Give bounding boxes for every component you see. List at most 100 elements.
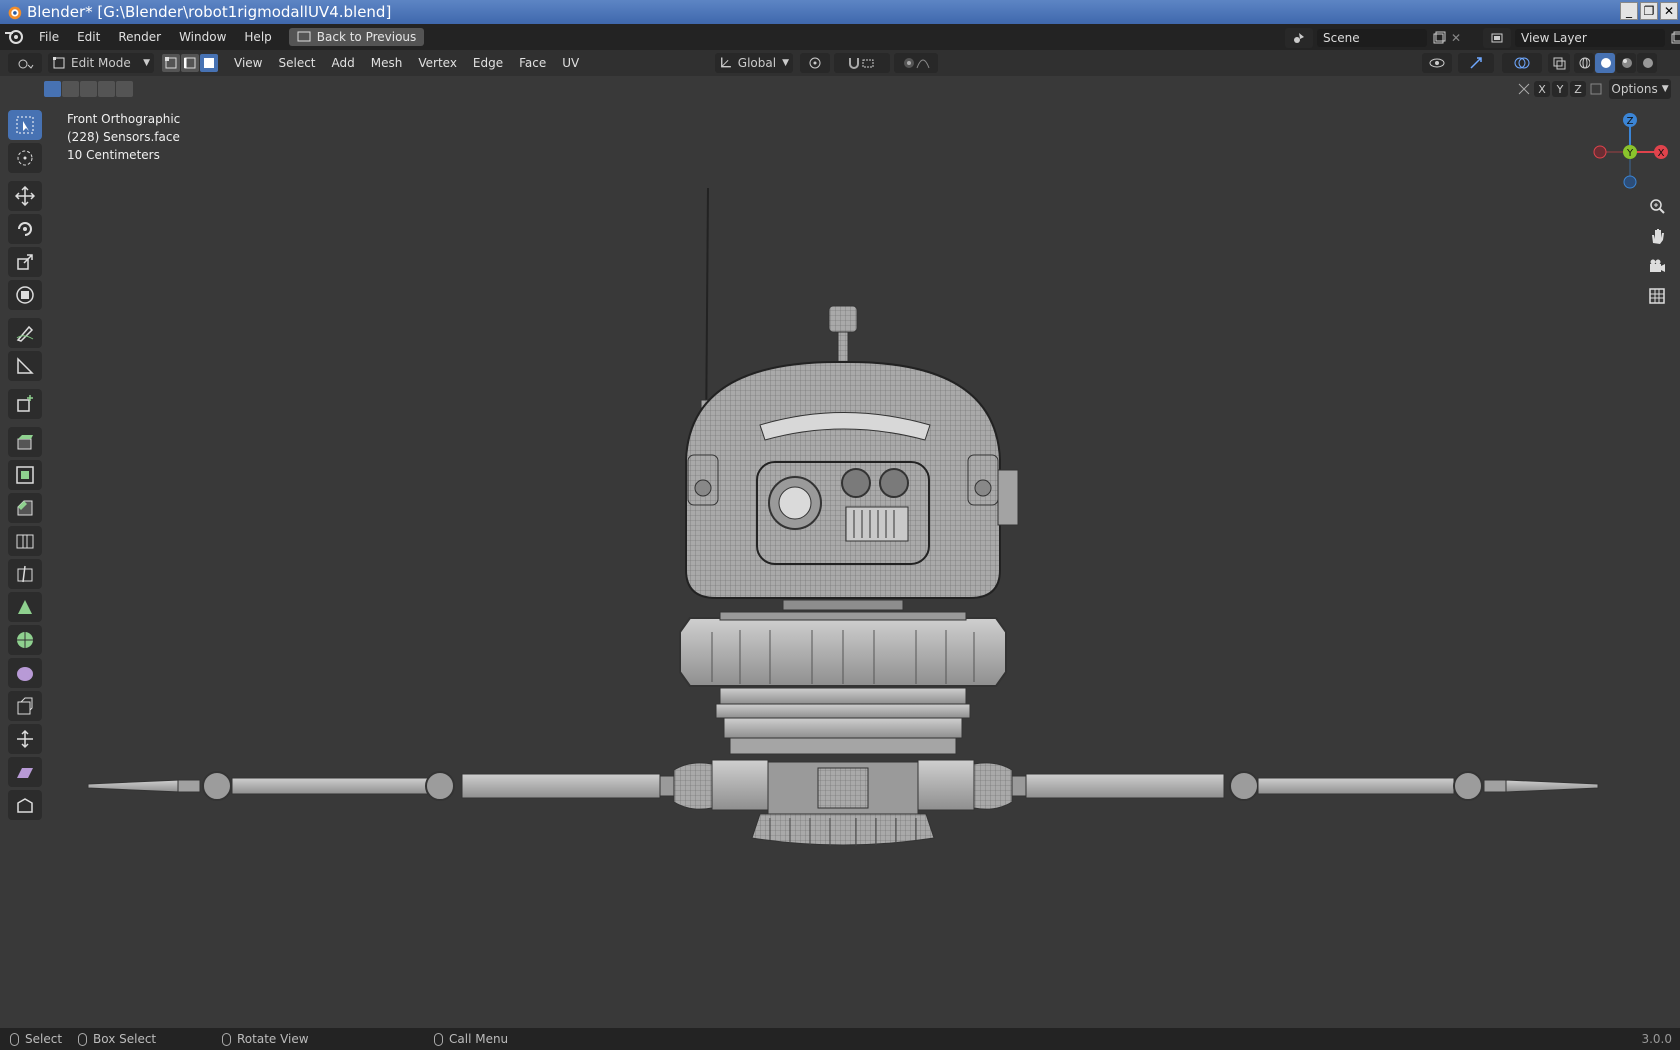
- zoom-icon: [1650, 199, 1665, 214]
- rip-icon: [17, 798, 33, 813]
- title-bar: Blender* [G:\Blender\robot1rigmodallUV4.…: [0, 0, 1680, 24]
- cursor-tool[interactable]: [8, 143, 42, 173]
- mirror-y-toggle[interactable]: Y: [1552, 81, 1568, 97]
- knife-icon: [17, 565, 33, 583]
- back-to-previous-button[interactable]: Back to Previous: [288, 28, 425, 46]
- add-cube-tool[interactable]: [8, 389, 42, 419]
- header-menu-uv[interactable]: UV: [554, 50, 587, 76]
- ortho-toggle-button[interactable]: [1643, 282, 1671, 310]
- blender-menu-icon[interactable]: [0, 24, 30, 50]
- edge-slide-tool[interactable]: [8, 691, 42, 721]
- vertex-select-icon: [165, 57, 177, 69]
- bevel-tool[interactable]: [8, 493, 42, 523]
- options-dropdown[interactable]: Options ▼: [1609, 79, 1671, 99]
- menu-file[interactable]: File: [30, 24, 68, 50]
- loop-cut-tool[interactable]: [8, 526, 42, 556]
- wireframe-shading-button[interactable]: [1574, 53, 1594, 73]
- rip-region-tool[interactable]: [8, 790, 42, 820]
- knife-tool[interactable]: [8, 559, 42, 589]
- inset-tool[interactable]: [8, 460, 42, 490]
- gizmo-z-label: Z: [1627, 116, 1634, 127]
- minimize-button[interactable]: _: [1620, 2, 1638, 20]
- menu-help[interactable]: Help: [235, 24, 280, 50]
- edge-select-button[interactable]: [181, 54, 199, 72]
- new-scene-icon[interactable]: [1431, 30, 1447, 46]
- select-intersect-button[interactable]: [116, 81, 133, 97]
- spin-icon: [17, 632, 33, 648]
- pivot-point-button[interactable]: [800, 53, 830, 73]
- transform-tool[interactable]: [8, 280, 42, 310]
- header-menu-mesh[interactable]: Mesh: [363, 50, 411, 76]
- header-menu-view[interactable]: View: [226, 50, 270, 76]
- scene-browse-button[interactable]: [1285, 28, 1313, 48]
- camera-view-button[interactable]: [1643, 252, 1671, 280]
- status-box-select: Box Select: [78, 1032, 156, 1046]
- editor-type-button[interactable]: [8, 53, 42, 73]
- spin-tool[interactable]: [8, 625, 42, 655]
- zoom-button[interactable]: [1643, 192, 1671, 220]
- header-menu-add[interactable]: Add: [324, 50, 363, 76]
- visibility-selector[interactable]: [1422, 53, 1452, 73]
- mirror-x-toggle[interactable]: X: [1534, 81, 1550, 97]
- view-layer-icon: [1491, 33, 1503, 43]
- face-select-button[interactable]: [200, 54, 218, 72]
- smooth-tool[interactable]: [8, 658, 42, 688]
- vertex-select-button[interactable]: [162, 54, 180, 72]
- xray-icon: [1553, 57, 1566, 70]
- view-name: Front Orthographic: [67, 112, 181, 126]
- topology-mirror-icon[interactable]: [1588, 81, 1606, 97]
- proportional-editing-button[interactable]: [894, 53, 938, 73]
- header-menu-face[interactable]: Face: [511, 50, 554, 76]
- overlays-toggle[interactable]: [1502, 53, 1542, 73]
- menu-render[interactable]: Render: [109, 24, 170, 50]
- grid-icon: [1649, 288, 1665, 304]
- options-label: Options: [1611, 82, 1658, 96]
- select-invert-button[interactable]: [98, 81, 115, 97]
- rotate-tool[interactable]: [8, 214, 42, 244]
- measure-tool[interactable]: [8, 351, 42, 381]
- transform-orientation-selector[interactable]: Global ▼: [715, 53, 793, 73]
- select-new-button[interactable]: [44, 81, 61, 97]
- rendered-icon: [1643, 58, 1653, 68]
- mouse-drag-icon: [78, 1032, 87, 1046]
- snap-button[interactable]: [834, 53, 890, 73]
- gizmo-toggle[interactable]: [1458, 53, 1494, 73]
- close-button[interactable]: ✕: [1660, 2, 1678, 20]
- scene-name-field[interactable]: Scene: [1317, 29, 1427, 47]
- snap-increment-icon: [862, 59, 874, 68]
- mirror-z-toggle[interactable]: Z: [1570, 81, 1586, 97]
- header-menu-edge[interactable]: Edge: [465, 50, 511, 76]
- menu-window[interactable]: Window: [170, 24, 235, 50]
- shear-tool[interactable]: [8, 757, 42, 787]
- move-tool[interactable]: [8, 181, 42, 211]
- maximize-button[interactable]: ❐: [1640, 2, 1658, 20]
- material-shading-button[interactable]: [1616, 53, 1636, 73]
- view-layer-browse-button[interactable]: [1483, 28, 1511, 48]
- poly-build-tool[interactable]: [8, 592, 42, 622]
- rendered-shading-button[interactable]: [1637, 53, 1657, 73]
- select-box-tool[interactable]: [8, 110, 42, 140]
- header-menu-vertex[interactable]: Vertex: [410, 50, 465, 76]
- annotate-tool[interactable]: [8, 318, 42, 348]
- shrink-fatten-tool[interactable]: [8, 724, 42, 754]
- overlays-icon: [1514, 57, 1530, 69]
- pan-button[interactable]: [1643, 222, 1671, 250]
- robot-mesh-model: [87, 187, 1599, 846]
- extrude-tool[interactable]: [8, 427, 42, 457]
- mirror-axes: X Y Z: [1516, 81, 1606, 97]
- view-layer-name-field[interactable]: View Layer: [1515, 29, 1665, 47]
- header-menu-select[interactable]: Select: [270, 50, 323, 76]
- solid-shading-button[interactable]: [1595, 53, 1615, 73]
- select-subtract-button[interactable]: [80, 81, 97, 97]
- box-select-modes: [44, 81, 133, 97]
- scale-tool[interactable]: [8, 247, 42, 277]
- mode-selector[interactable]: Edit Mode ▼: [48, 53, 154, 73]
- xray-toggle[interactable]: [1548, 53, 1570, 73]
- select-extend-button[interactable]: [62, 81, 79, 97]
- remove-scene-icon[interactable]: ✕: [1451, 31, 1461, 45]
- menu-edit[interactable]: Edit: [68, 24, 109, 50]
- transform-icon: [16, 286, 34, 304]
- new-view-layer-icon[interactable]: [1669, 30, 1680, 46]
- select-mode-group: [162, 54, 218, 72]
- inset-icon: [16, 466, 34, 484]
